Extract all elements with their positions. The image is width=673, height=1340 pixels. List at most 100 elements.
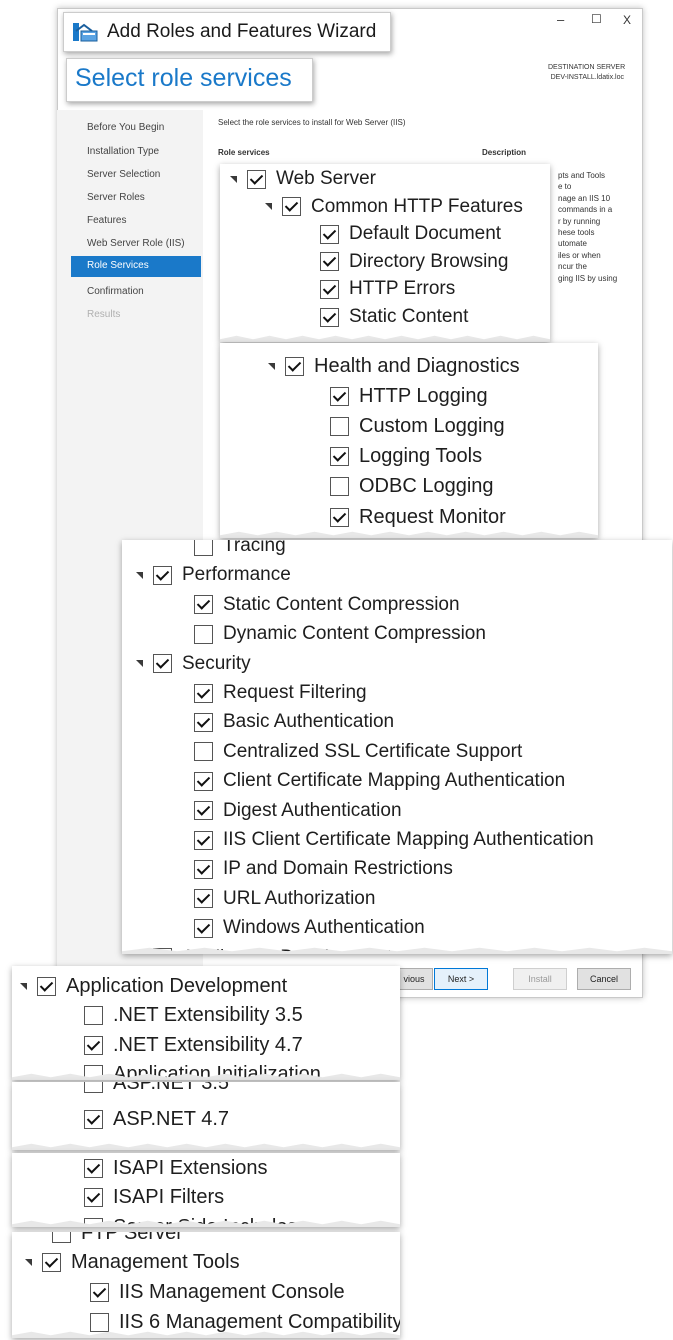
role-label: Logging Tools — [359, 445, 483, 468]
role-checkbox[interactable] — [330, 477, 349, 497]
nav-before-you-begin[interactable]: Before You Begin — [87, 122, 164, 133]
tree-row[interactable]: IIS Client Certificate Mapping Authentic… — [194, 827, 594, 853]
next-button[interactable]: Next > — [434, 968, 488, 990]
role-checkbox[interactable] — [153, 654, 172, 674]
nav-features[interactable]: Features — [87, 215, 126, 226]
role-label: .NET Extensibility 3.5 — [113, 1004, 303, 1026]
role-checkbox[interactable] — [194, 712, 213, 732]
role-checkbox[interactable] — [330, 416, 349, 436]
role-checkbox[interactable] — [84, 1109, 103, 1129]
tree-row[interactable]: .NET Extensibility 4.7 — [84, 1032, 303, 1058]
tree-row[interactable]: ASP.NET 4.7 — [84, 1106, 229, 1132]
expand-arrow-icon[interactable] — [136, 571, 143, 579]
nav-server-roles[interactable]: Server Roles — [87, 192, 145, 203]
nav-role-services[interactable]: Role Services — [71, 256, 201, 277]
role-checkbox[interactable] — [320, 307, 339, 327]
previous-button[interactable]: vious — [395, 968, 433, 990]
tree-row[interactable]: .NET Extensibility 3.5 — [84, 1003, 303, 1029]
tree-row[interactable]: Security — [136, 651, 251, 677]
role-checkbox[interactable] — [194, 540, 213, 556]
role-checkbox[interactable] — [194, 771, 213, 791]
tree-row[interactable]: URL Authorization — [194, 886, 375, 912]
role-checkbox[interactable] — [247, 169, 266, 189]
tree-row[interactable]: IIS Management Console — [90, 1280, 345, 1306]
tree-row[interactable]: Web Server — [230, 166, 376, 192]
tree-row[interactable]: Request Filtering — [194, 680, 367, 706]
tree-row[interactable]: Request Monitor — [330, 504, 506, 530]
tree-row[interactable]: Static Content Compression — [194, 592, 460, 618]
tree-row[interactable]: Basic Authentication — [194, 709, 394, 735]
close-button[interactable]: X — [623, 13, 631, 27]
tree-row[interactable]: Performance — [136, 562, 291, 588]
tree-row[interactable]: ASP.NET 3.5 — [84, 1082, 229, 1096]
page-heading: Select role services — [75, 64, 292, 92]
role-checkbox[interactable] — [194, 595, 213, 615]
role-checkbox[interactable] — [84, 1082, 103, 1093]
tree-row[interactable]: HTTP Logging — [330, 383, 488, 409]
role-checkbox[interactable] — [194, 624, 213, 644]
role-checkbox[interactable] — [194, 801, 213, 821]
tree-row[interactable]: FTP Server — [52, 1232, 183, 1246]
tree-row[interactable]: Dynamic Content Compression — [194, 621, 486, 647]
nav-server-selection[interactable]: Server Selection — [87, 169, 160, 180]
role-label: Dynamic Content Compression — [223, 623, 486, 645]
tree-row[interactable]: ODBC Logging — [330, 474, 494, 500]
tree-row[interactable]: Health and Diagnostics — [268, 353, 520, 379]
tree-row[interactable]: ISAPI Filters — [84, 1185, 224, 1211]
tree-row[interactable]: Centralized SSL Certificate Support — [194, 739, 522, 765]
role-checkbox[interactable] — [194, 742, 213, 762]
tree-row[interactable]: HTTP Errors — [320, 276, 455, 302]
role-label: IP and Domain Restrictions — [223, 858, 453, 880]
tree-row[interactable]: Tracing — [194, 540, 286, 559]
tree-row[interactable]: Windows Authentication — [194, 915, 425, 941]
role-checkbox[interactable] — [84, 1188, 103, 1208]
role-checkbox[interactable] — [90, 1283, 109, 1303]
role-checkbox[interactable] — [194, 918, 213, 938]
expand-arrow-icon[interactable] — [268, 362, 275, 370]
role-checkbox[interactable] — [37, 976, 56, 996]
role-checkbox[interactable] — [282, 197, 301, 217]
nav-web-server-role[interactable]: Web Server Role (IIS) — [87, 238, 185, 249]
role-checkbox[interactable] — [330, 386, 349, 406]
role-checkbox[interactable] — [194, 859, 213, 879]
tree-row[interactable]: Application Development — [20, 973, 287, 999]
role-checkbox[interactable] — [52, 1232, 71, 1243]
role-checkbox[interactable] — [330, 507, 349, 527]
tree-row[interactable]: Client Certificate Mapping Authenticatio… — [194, 768, 565, 794]
nav-installation-type[interactable]: Installation Type — [87, 146, 159, 157]
nav-confirmation[interactable]: Confirmation — [87, 286, 144, 297]
minimize-button[interactable]: – — [557, 12, 564, 27]
expand-arrow-icon[interactable] — [20, 982, 27, 990]
tree-row[interactable]: Common HTTP Features — [265, 194, 523, 220]
description-line: pts and Tools — [558, 171, 605, 180]
tree-row[interactable]: Static Content — [320, 304, 468, 330]
role-checkbox[interactable] — [194, 889, 213, 909]
expand-arrow-icon[interactable] — [136, 660, 143, 668]
role-checkbox[interactable] — [84, 1035, 103, 1055]
role-checkbox[interactable] — [84, 1158, 103, 1178]
role-checkbox[interactable] — [42, 1253, 61, 1273]
cancel-button[interactable]: Cancel — [577, 968, 631, 990]
tree-row[interactable]: Default Document — [320, 221, 501, 247]
tree-row[interactable]: IP and Domain Restrictions — [194, 856, 453, 882]
role-services-header: Role services — [218, 148, 270, 157]
role-checkbox[interactable] — [320, 224, 339, 244]
role-checkbox[interactable] — [84, 1006, 103, 1025]
expand-arrow-icon[interactable] — [25, 1259, 32, 1267]
tree-row[interactable]: Custom Logging — [330, 413, 505, 439]
role-checkbox[interactable] — [285, 356, 304, 376]
role-checkbox[interactable] — [320, 252, 339, 272]
role-checkbox[interactable] — [153, 565, 172, 585]
tree-row[interactable]: Management Tools — [25, 1250, 240, 1276]
role-checkbox[interactable] — [194, 830, 213, 850]
role-checkbox[interactable] — [330, 447, 349, 467]
role-checkbox[interactable] — [320, 279, 339, 299]
role-checkbox[interactable] — [194, 683, 213, 703]
tree-row[interactable]: Digest Authentication — [194, 798, 402, 824]
expand-arrow-icon[interactable] — [265, 203, 272, 211]
tree-row[interactable]: ISAPI Extensions — [84, 1155, 268, 1181]
expand-arrow-icon[interactable] — [230, 175, 237, 183]
tree-row[interactable]: Logging Tools — [330, 444, 482, 470]
maximize-button[interactable]: ☐ — [591, 12, 602, 26]
tree-row[interactable]: Directory Browsing — [320, 249, 508, 275]
